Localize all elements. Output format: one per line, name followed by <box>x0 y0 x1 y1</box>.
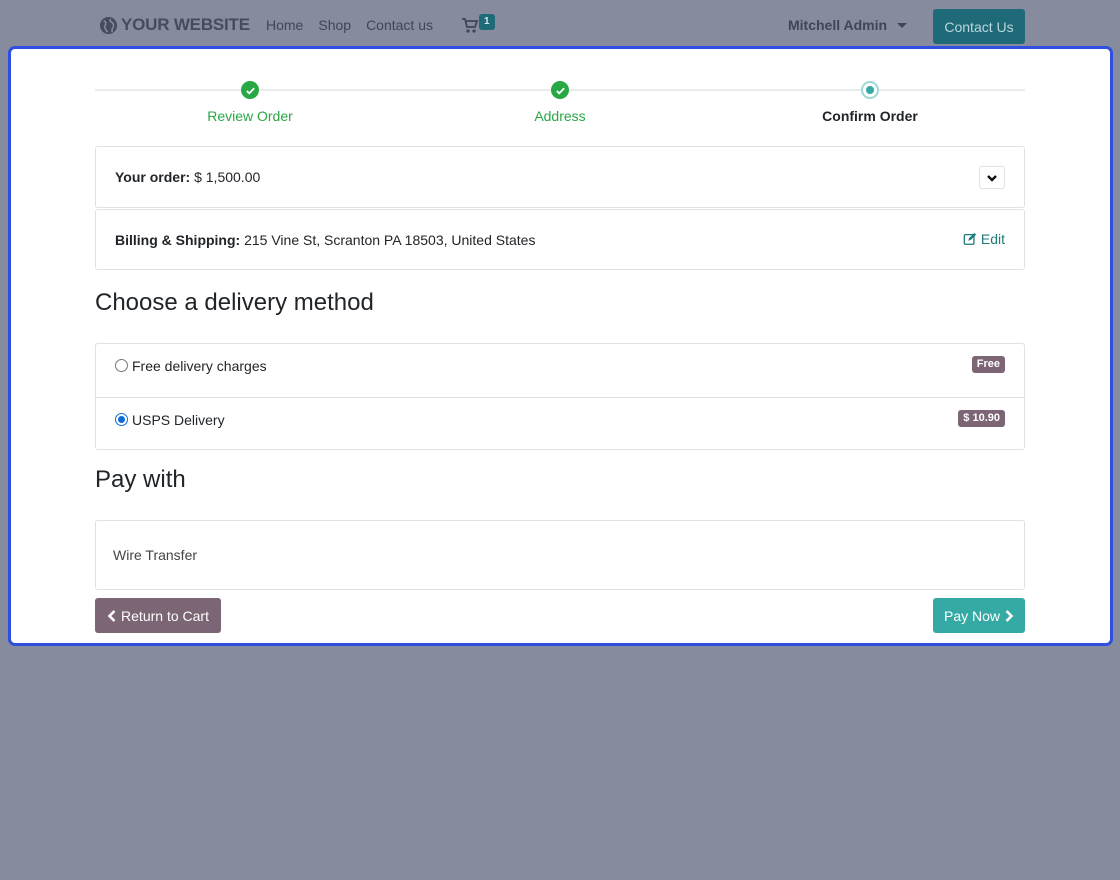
payment-method-label: Wire Transfer <box>113 547 198 563</box>
payment-method-card[interactable]: Wire Transfer <box>95 520 1025 590</box>
delivery-radio[interactable] <box>115 359 128 372</box>
top-navbar: YOUR WEBSITE Home Shop Contact us 1 Mitc… <box>0 0 1120 52</box>
nav-link-shop[interactable]: Shop <box>318 17 351 33</box>
contact-us-button[interactable]: Contact Us <box>933 9 1025 44</box>
pay-now-label: Pay Now <box>943 607 1001 624</box>
return-to-cart-label: Return to Cart <box>121 607 209 624</box>
step-confirm-order: Confirm Order <box>770 81 970 124</box>
caret-down-icon <box>897 22 908 28</box>
order-toggle-button[interactable] <box>979 166 1005 189</box>
delivery-price-badge: Free <box>971 356 1005 373</box>
delivery-option-usps[interactable]: USPS Delivery $ 10.90 <box>96 397 1024 450</box>
check-icon <box>241 81 259 99</box>
cart-link[interactable]: 1 <box>462 14 495 39</box>
chevron-down-icon <box>987 174 997 182</box>
delivery-price-badge: $ 10.90 <box>958 410 1005 427</box>
chevron-left-icon <box>107 609 116 622</box>
delivery-option-label: Free delivery charges <box>132 358 267 374</box>
delivery-option-free[interactable]: Free delivery charges Free <box>96 344 1024 397</box>
order-summary-card: Your order: $ 1,500.00 <box>95 146 1025 208</box>
current-step-icon <box>861 81 879 99</box>
delivery-options: Free delivery charges Free USPS Delivery… <box>95 343 1025 450</box>
step-address[interactable]: Address <box>460 81 660 124</box>
shopping-cart-icon <box>462 18 479 33</box>
cart-count-badge: 1 <box>479 14 495 30</box>
edit-address-link[interactable]: Edit <box>963 231 1005 247</box>
pay-now-button[interactable]: Pay Now <box>933 598 1025 633</box>
chevron-right-icon <box>1005 609 1014 622</box>
shipping-address: 215 Vine St, Scranton PA 18503, United S… <box>244 232 536 248</box>
billing-shipping-label: Billing & Shipping: <box>115 232 241 248</box>
user-name: Mitchell Admin <box>788 17 888 33</box>
edit-icon <box>963 232 976 245</box>
edit-label: Edit <box>980 231 1005 247</box>
delivery-method-title: Choose a delivery method <box>95 289 374 316</box>
delivery-option-label: USPS Delivery <box>132 412 225 428</box>
delivery-radio[interactable] <box>115 413 128 426</box>
step-review-order[interactable]: Review Order <box>150 81 350 124</box>
user-menu-dropdown[interactable]: Mitchell Admin <box>788 17 908 33</box>
order-label: Your order: <box>115 169 191 185</box>
return-to-cart-button[interactable]: Return to Cart <box>95 598 221 633</box>
order-amount: $ 1,500.00 <box>194 169 261 185</box>
billing-shipping-card: Billing & Shipping: 215 Vine St, Scranto… <box>95 209 1025 270</box>
nav-link-contact[interactable]: Contact us <box>366 17 433 33</box>
step-label: Confirm Order <box>822 108 918 124</box>
step-label: Review Order <box>207 108 293 124</box>
globe-icon <box>99 16 118 34</box>
step-label: Address <box>534 108 586 124</box>
nav-link-home[interactable]: Home <box>266 17 303 33</box>
brand-logo[interactable]: YOUR WEBSITE <box>99 15 250 35</box>
checkout-progress: Review Order Address Confirm Order <box>95 49 1025 146</box>
checkout-modal: Review Order Address Confirm Order Your … <box>8 46 1113 646</box>
check-icon <box>551 81 569 99</box>
pay-with-title: Pay with <box>95 466 186 493</box>
brand-name: YOUR WEBSITE <box>121 15 250 34</box>
